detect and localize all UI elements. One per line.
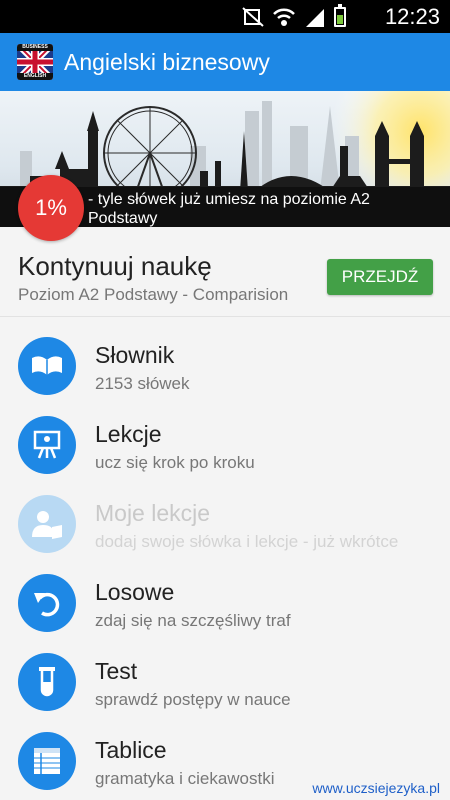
status-bar: 12:23 bbox=[0, 0, 450, 33]
menu-item-my-lessons: Moje lekcje dodaj swoje słówka i lekcje … bbox=[0, 484, 450, 563]
menu-item-label: Lekcje bbox=[95, 421, 162, 447]
menu-item-label: Tablice bbox=[95, 737, 167, 763]
menu-item-test[interactable]: Test sprawdź postępy w nauce bbox=[0, 642, 450, 721]
menu-item-desc: zdaj się na szczęśliwy traf bbox=[95, 611, 291, 630]
progress-caption: - tyle słówek już umiesz na poziomie A2 … bbox=[88, 191, 370, 227]
wifi-icon bbox=[273, 8, 295, 26]
website-link[interactable]: www.uczsiejezyka.pl bbox=[310, 780, 442, 796]
action-bar: BUSINESS ENGLISH Angielski biznesowy bbox=[0, 33, 450, 91]
flag-top-text: BUSINESS bbox=[17, 44, 53, 51]
menu-item-label: Test bbox=[95, 658, 138, 684]
app-title: Angielski biznesowy bbox=[64, 48, 270, 75]
user-book-icon bbox=[18, 495, 76, 553]
mute-icon bbox=[242, 7, 264, 27]
book-icon bbox=[18, 337, 76, 395]
flag-bottom-text: ENGLISH bbox=[17, 73, 53, 80]
menu-item-desc: 2153 słówek bbox=[95, 374, 190, 393]
easel-icon bbox=[18, 416, 76, 474]
uk-flag-icon[interactable]: BUSINESS ENGLISH bbox=[17, 44, 53, 80]
continue-heading: Kontynuuj naukę bbox=[18, 251, 212, 281]
progress-indicator: 1% bbox=[18, 175, 84, 241]
menu-item-label: Moje lekcje bbox=[95, 500, 211, 526]
menu-item-dictionary[interactable]: Słownik 2153 słówek bbox=[0, 326, 450, 405]
test-tube-icon bbox=[18, 653, 76, 711]
battery-icon bbox=[334, 4, 346, 27]
table-icon bbox=[18, 732, 76, 790]
signal-icon bbox=[306, 9, 324, 27]
menu-item-desc: sprawdź postępy w nauce bbox=[95, 690, 291, 709]
menu-item-desc: dodaj swoje słówka i lekcje - już wkrótc… bbox=[95, 532, 399, 551]
status-icons bbox=[242, 4, 346, 29]
menu-item-label: Losowe bbox=[95, 579, 175, 605]
menu-item-random[interactable]: Losowe zdaj się na szczęśliwy traf bbox=[0, 563, 450, 642]
continue-subtitle: Poziom A2 Podstawy - Comparision bbox=[18, 285, 289, 304]
status-clock: 12:23 bbox=[384, 4, 440, 29]
continue-section: Kontynuuj naukę Poziom A2 Podstawy - Com… bbox=[0, 227, 450, 317]
menu-item-desc: ucz się krok po kroku bbox=[95, 453, 255, 472]
undo-arrow-icon bbox=[18, 574, 76, 632]
go-button[interactable]: PRZEJDŹ bbox=[327, 259, 433, 295]
menu-item-lessons[interactable]: Lekcje ucz się krok po kroku bbox=[0, 405, 450, 484]
menu-item-label: Słownik bbox=[95, 342, 175, 368]
